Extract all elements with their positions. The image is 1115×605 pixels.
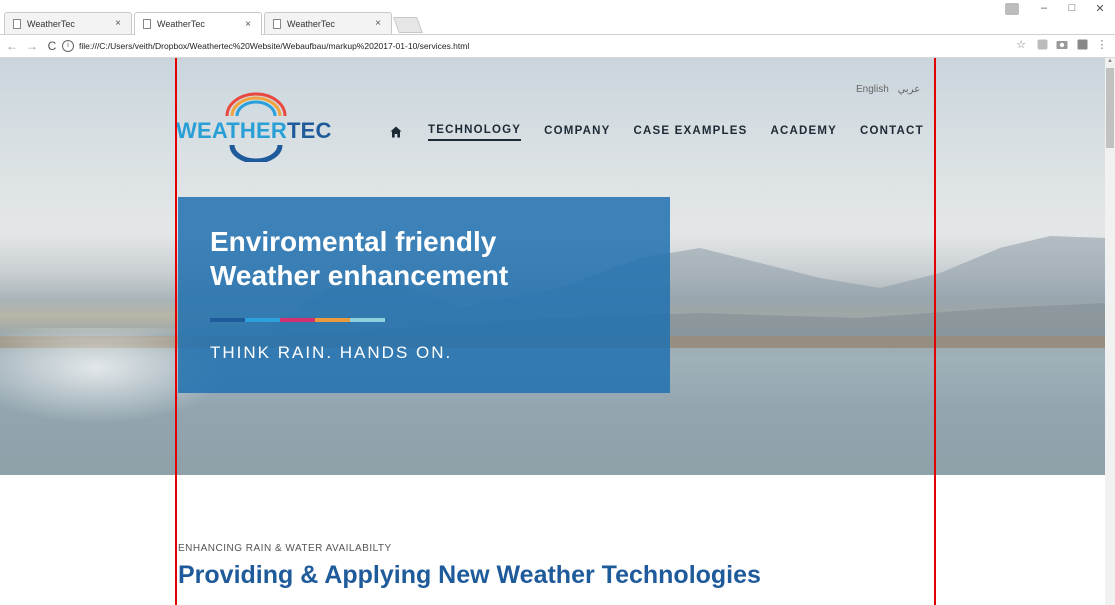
tab-close-icon[interactable]: ×	[111, 18, 125, 29]
page-icon	[273, 18, 281, 29]
nav-item-academy[interactable]: ACADEMY	[770, 125, 837, 140]
address-bar-row: ← → C i file:///C:/Users/veith/Dropbox/W…	[0, 35, 1115, 58]
browser-tab[interactable]: WeatherTec ×	[264, 12, 392, 34]
camera-icon[interactable]	[1056, 39, 1068, 51]
tab-title: WeatherTec	[287, 18, 335, 29]
home-icon[interactable]	[390, 126, 402, 138]
tab-close-icon[interactable]: ×	[371, 18, 385, 29]
scrollbar-thumb[interactable]	[1106, 68, 1114, 148]
profile-icon[interactable]	[1005, 3, 1019, 15]
close-window-button[interactable]: ✕	[1086, 2, 1114, 15]
color-stripe-segment	[245, 318, 280, 322]
nav-item-company[interactable]: COMPANY	[544, 125, 610, 140]
extension-icon[interactable]	[1076, 39, 1088, 51]
bookmark-star-icon[interactable]: ☆	[1015, 39, 1027, 51]
url-field[interactable]: i file:///C:/Users/veith/Dropbox/Weather…	[62, 37, 1007, 55]
page-icon	[143, 19, 151, 29]
rainbow-icon	[225, 92, 287, 117]
nav-item-technology[interactable]: TECHNOLOGY	[428, 124, 522, 141]
tab-close-icon[interactable]: ×	[241, 19, 255, 30]
tab-title: WeatherTec	[27, 18, 75, 29]
browser-tab-active[interactable]: WeatherTec ×	[134, 12, 262, 35]
logo-wordmark: WEATHERTEC	[176, 118, 332, 143]
page-viewport: WEATHERTEC English عربي TECHNOLOGY COMPA…	[0, 58, 1105, 605]
back-button[interactable]: ←	[4, 39, 20, 53]
hero-heading-line-1: Enviromental friendly	[210, 226, 497, 257]
scroll-up-arrow-icon[interactable]: ▲	[1107, 58, 1113, 64]
hero-tagline: THINK RAIN. HANDS ON.	[210, 343, 453, 362]
layout-guide-line-right	[934, 58, 936, 605]
language-arabic-link[interactable]: عربي	[898, 84, 921, 95]
browser-tab[interactable]: WeatherTec ×	[4, 12, 132, 34]
section-title: Providing & Applying New Weather Technol…	[178, 561, 761, 589]
color-stripe-segment	[210, 318, 245, 322]
menu-icon[interactable]: ⋮	[1096, 39, 1108, 51]
tab-strip: WeatherTec × WeatherTec × WeatherTec × –…	[0, 0, 1115, 35]
url-text: file:///C:/Users/veith/Dropbox/Weatherte…	[79, 41, 470, 51]
language-english-link[interactable]: English	[856, 84, 889, 95]
section-kicker: ENHANCING RAIN & WATER AVAILABILTY	[178, 543, 392, 554]
page-icon	[13, 18, 21, 29]
tab-title: WeatherTec	[157, 19, 205, 29]
language-switcher: English عربي	[850, 84, 920, 95]
minimize-button[interactable]: –	[1030, 2, 1058, 14]
color-stripe-segment	[315, 318, 350, 322]
color-stripe-segment	[350, 318, 385, 322]
hero-heading: Enviromental friendly Weather enhancemen…	[210, 225, 650, 293]
nav-item-contact[interactable]: CONTACT	[860, 125, 924, 140]
maximize-button[interactable]: □	[1058, 2, 1086, 14]
hero-banner: WEATHERTEC English عربي TECHNOLOGY COMPA…	[0, 58, 1105, 475]
layout-guide-line-left	[175, 58, 177, 605]
smile-arc-icon	[229, 144, 283, 162]
color-stripe-segment	[280, 318, 315, 322]
info-icon[interactable]: i	[62, 40, 74, 52]
forward-button[interactable]: →	[24, 39, 40, 53]
reload-button[interactable]: C	[44, 39, 60, 53]
weathertec-logo[interactable]: WEATHERTEC	[176, 92, 336, 162]
nav-item-case-examples[interactable]: CASE EXAMPLES	[633, 125, 747, 140]
main-navigation: TECHNOLOGY COMPANY CASE EXAMPLES ACADEMY…	[390, 121, 924, 143]
hero-heading-line-2: Weather enhancement	[210, 260, 509, 291]
new-tab-button[interactable]	[393, 17, 423, 33]
hero-text-box: Enviromental friendly Weather enhancemen…	[178, 197, 670, 393]
extension-icon[interactable]	[1036, 39, 1048, 51]
